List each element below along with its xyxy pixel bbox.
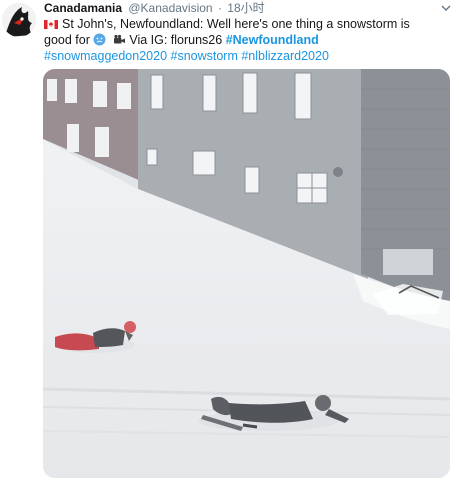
hashtag-newfoundland[interactable]: #Newfoundland [226, 33, 319, 47]
separator-dot: · [217, 1, 222, 15]
tweet-card[interactable]: Canadamania @Kanadavision · 18小时 St John… [0, 0, 459, 482]
text-via: Via IG: floruns26 [129, 33, 223, 47]
tweet-text: St John's, Newfoundland: Well here's one… [44, 16, 449, 64]
tweet-header: Canadamania @Kanadavision · 18小时 [44, 0, 265, 16]
tweet-text-line3: #snowmaggedon2020 #snowstorm #nlblizzard… [44, 48, 449, 64]
avatar[interactable] [2, 3, 36, 37]
text-good-for: good for [44, 33, 90, 47]
tweet-text-line1-content: St John's, Newfoundland: Well here's one… [62, 17, 410, 31]
author-name[interactable]: Canadamania [44, 1, 122, 15]
tweet-text-line1: St John's, Newfoundland: Well here's one… [44, 16, 449, 32]
chevron-down-icon[interactable] [441, 4, 451, 12]
movie-camera-icon [113, 34, 125, 44]
video-thumbnail[interactable] [43, 69, 450, 478]
hashtags-line3[interactable]: #snowmaggedon2020 #snowstorm #nlblizzard… [44, 49, 329, 63]
tweet-text-line2: good for Via IG: floruns26 #Newfoundland [44, 32, 449, 48]
snowstorm-scene [43, 69, 450, 478]
tweet-time[interactable]: 18小时 [227, 1, 264, 15]
canada-flag-icon [44, 20, 58, 29]
author-handle[interactable]: @Kanadavision [128, 1, 212, 15]
snow-face-emoji-icon [93, 33, 106, 46]
